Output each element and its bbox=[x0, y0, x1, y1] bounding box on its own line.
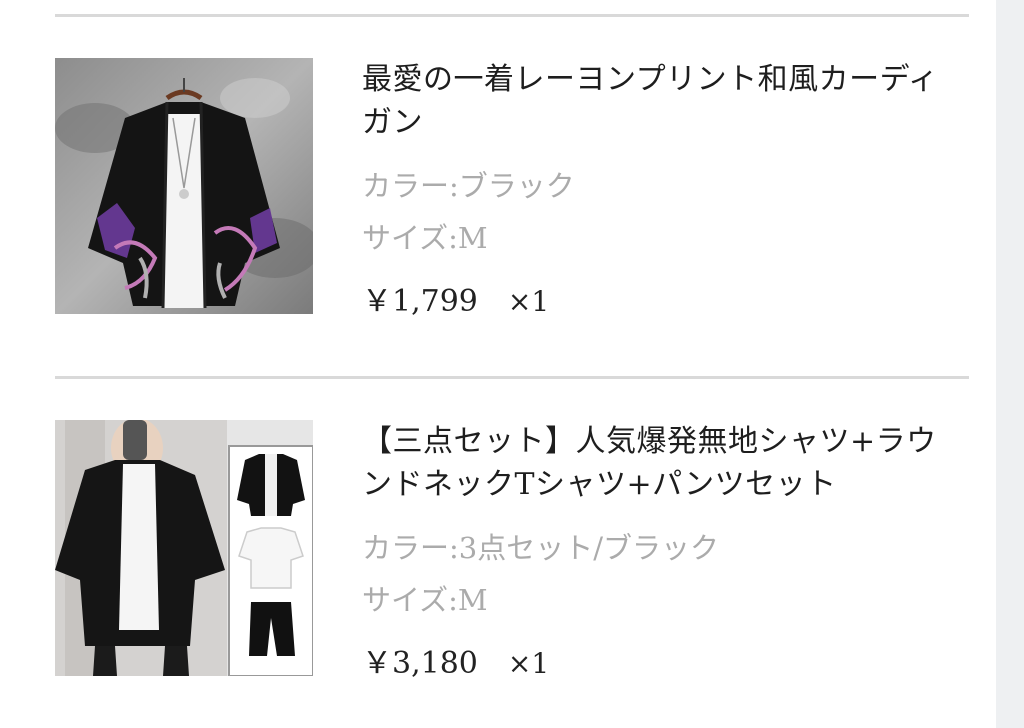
product-image-kimono-cardigan[interactable] bbox=[55, 58, 313, 314]
order-items-panel: 最愛の一着レーヨンプリント和風カーディガン カラー:ブラック サイズ:M ￥1,… bbox=[0, 0, 996, 728]
price-row: ￥1,799 ×1 bbox=[362, 276, 962, 320]
product-quantity: ×1 bbox=[507, 647, 550, 680]
product-info-1: 最愛の一着レーヨンプリント和風カーディガン カラー:ブラック サイズ:M ￥1,… bbox=[362, 58, 962, 320]
product-size: サイズ:M bbox=[362, 583, 488, 617]
item-divider bbox=[55, 376, 969, 379]
product-color: カラー:3点セット/ブラック bbox=[362, 531, 719, 565]
product-image-three-piece-set[interactable] bbox=[55, 420, 313, 676]
product-title[interactable]: 最愛の一着レーヨンプリント和風カーディガン bbox=[362, 58, 962, 144]
product-title[interactable]: 【三点セット】人気爆発無地シャツ+ラウンドネックTシャツ+パンツセット bbox=[362, 420, 962, 506]
product-price: ￥3,180 bbox=[362, 646, 478, 681]
product-price: ￥1,799 bbox=[362, 284, 478, 319]
product-quantity: ×1 bbox=[507, 285, 550, 318]
product-info-2: 【三点セット】人気爆発無地シャツ+ラウンドネックTシャツ+パンツセット カラー:… bbox=[362, 420, 962, 682]
product-size: サイズ:M bbox=[362, 221, 488, 255]
item-divider bbox=[55, 14, 969, 17]
price-row: ￥3,180 ×1 bbox=[362, 638, 962, 682]
product-color: カラー:ブラック bbox=[362, 169, 575, 203]
